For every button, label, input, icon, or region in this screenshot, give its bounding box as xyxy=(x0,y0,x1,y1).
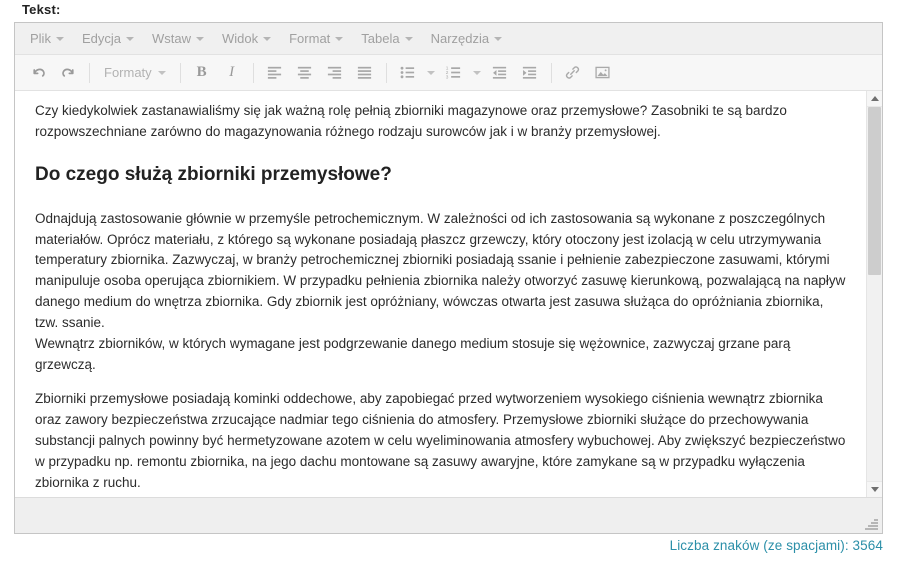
align-left-button[interactable] xyxy=(260,60,290,86)
grip-line xyxy=(874,519,878,521)
align-justify-icon xyxy=(358,66,372,79)
menu-item-label: Widok xyxy=(221,31,259,46)
undo-button[interactable] xyxy=(23,60,53,86)
menubar: Plik Edycja Wstaw Widok Format Tabela Na… xyxy=(15,23,882,55)
bullet-list-icon xyxy=(400,66,415,79)
align-center-icon xyxy=(298,66,312,79)
outdent-button[interactable] xyxy=(485,60,515,86)
chevron-up-icon xyxy=(870,96,879,101)
align-justify-button[interactable] xyxy=(350,60,380,86)
svg-text:3: 3 xyxy=(446,74,449,80)
align-center-button[interactable] xyxy=(290,60,320,86)
numbered-list-icon: 1 2 3 xyxy=(446,66,461,80)
toolbar: Formaty B I 1 2 3 xyxy=(15,55,882,91)
grip-line xyxy=(865,528,878,530)
resize-handle[interactable] xyxy=(864,516,878,530)
rich-text-editor: Plik Edycja Wstaw Widok Format Tabela Na… xyxy=(14,22,883,534)
toolbar-separator xyxy=(179,62,181,83)
italic-icon: I xyxy=(229,64,235,80)
paragraph: Wewnątrz zbiorników, w których wymagane … xyxy=(35,336,791,373)
menu-item-label: Tabela xyxy=(361,31,400,46)
align-right-button[interactable] xyxy=(320,60,350,86)
menu-item-label: Format xyxy=(289,31,331,46)
chevron-down-icon xyxy=(195,37,204,41)
toolbar-group-align xyxy=(260,60,380,86)
paragraph: Zbiorniki przemysłowe posiadają kominki … xyxy=(35,390,846,490)
bullet-list-button[interactable] xyxy=(393,60,423,86)
editor-page: Tekst: Plik Edycja Wstaw Widok Format Ta… xyxy=(0,0,897,561)
bullet-list-dropdown[interactable] xyxy=(423,60,439,86)
toolbar-separator xyxy=(385,62,387,83)
image-icon xyxy=(595,66,610,79)
undo-icon xyxy=(32,68,45,77)
scroll-down-button[interactable] xyxy=(867,481,882,497)
editor-body: Czy kiedykolwiek zastanawialiśmy się jak… xyxy=(15,91,882,497)
numbered-list-button[interactable]: 1 2 3 xyxy=(439,60,469,86)
chevron-down-icon xyxy=(335,37,344,41)
chevron-down-icon xyxy=(472,70,481,75)
redo-button[interactable] xyxy=(53,60,83,86)
content-heading: Do czego służą zbiorniki przemysłowe? xyxy=(35,163,392,185)
insert-link-button[interactable] xyxy=(558,60,588,86)
chevron-down-icon xyxy=(157,70,166,75)
indent-button[interactable] xyxy=(515,60,545,86)
grip-line xyxy=(871,522,878,524)
chevron-down-icon xyxy=(263,37,272,41)
toolbar-group-insert xyxy=(558,60,618,86)
bold-button[interactable]: B xyxy=(187,60,217,86)
vertical-scrollbar[interactable] xyxy=(866,91,882,497)
chevron-down-icon xyxy=(426,70,435,75)
italic-button[interactable]: I xyxy=(217,60,247,86)
page-title: Tekst: xyxy=(22,2,61,17)
formats-dropdown[interactable]: Formaty xyxy=(96,61,174,84)
editable-content-area[interactable]: Czy kiedykolwiek zastanawialiśmy się jak… xyxy=(15,91,866,497)
menu-item-label: Narzędzia xyxy=(430,31,490,46)
scrollbar-track[interactable] xyxy=(867,107,882,481)
chevron-down-icon xyxy=(494,37,503,41)
chevron-down-icon xyxy=(55,37,64,41)
insert-image-button[interactable] xyxy=(588,60,618,86)
toolbar-separator xyxy=(89,62,90,83)
toolbar-separator xyxy=(550,62,552,83)
menu-item-label: Wstaw xyxy=(151,31,191,46)
toolbar-separator xyxy=(252,62,254,83)
indent-icon xyxy=(523,66,537,79)
toolbar-group-lists: 1 2 3 xyxy=(393,60,545,86)
toolbar-group-history xyxy=(23,60,83,86)
menu-item-plik[interactable]: Plik xyxy=(21,28,73,49)
toolbar-group-style: B I xyxy=(187,60,247,86)
menu-item-tabela[interactable]: Tabela xyxy=(352,28,421,49)
bold-icon: B xyxy=(196,64,207,80)
numbered-list-dropdown[interactable] xyxy=(469,60,485,86)
formats-dropdown-label: Formaty xyxy=(104,65,152,80)
scroll-up-button[interactable] xyxy=(867,91,882,107)
menu-item-widok[interactable]: Widok xyxy=(213,28,280,49)
scrollbar-thumb[interactable] xyxy=(868,107,881,276)
paragraph: Czy kiedykolwiek zastanawialiśmy się jak… xyxy=(35,103,787,139)
align-left-icon xyxy=(268,66,282,79)
menu-item-wstaw[interactable]: Wstaw xyxy=(143,28,213,49)
redo-icon xyxy=(61,68,74,77)
chevron-down-icon xyxy=(870,487,879,492)
menu-item-label: Plik xyxy=(30,31,51,46)
editor-statusbar xyxy=(15,497,882,533)
align-right-icon xyxy=(328,66,342,79)
outdent-icon xyxy=(493,66,507,79)
grip-line xyxy=(868,525,878,527)
menu-item-format[interactable]: Format xyxy=(280,28,352,49)
chevron-down-icon xyxy=(404,37,413,41)
menu-item-label: Edycja xyxy=(81,31,121,46)
paragraph: Odnajdują zastosowanie głównie w przemyś… xyxy=(35,210,846,331)
chevron-down-icon xyxy=(125,37,134,41)
link-icon xyxy=(566,66,580,79)
character-count: Liczba znaków (ze spacjami): 3564 xyxy=(669,538,883,553)
menu-item-narzedzia[interactable]: Narzędzia xyxy=(422,28,512,49)
menu-item-edycja[interactable]: Edycja xyxy=(73,28,143,49)
